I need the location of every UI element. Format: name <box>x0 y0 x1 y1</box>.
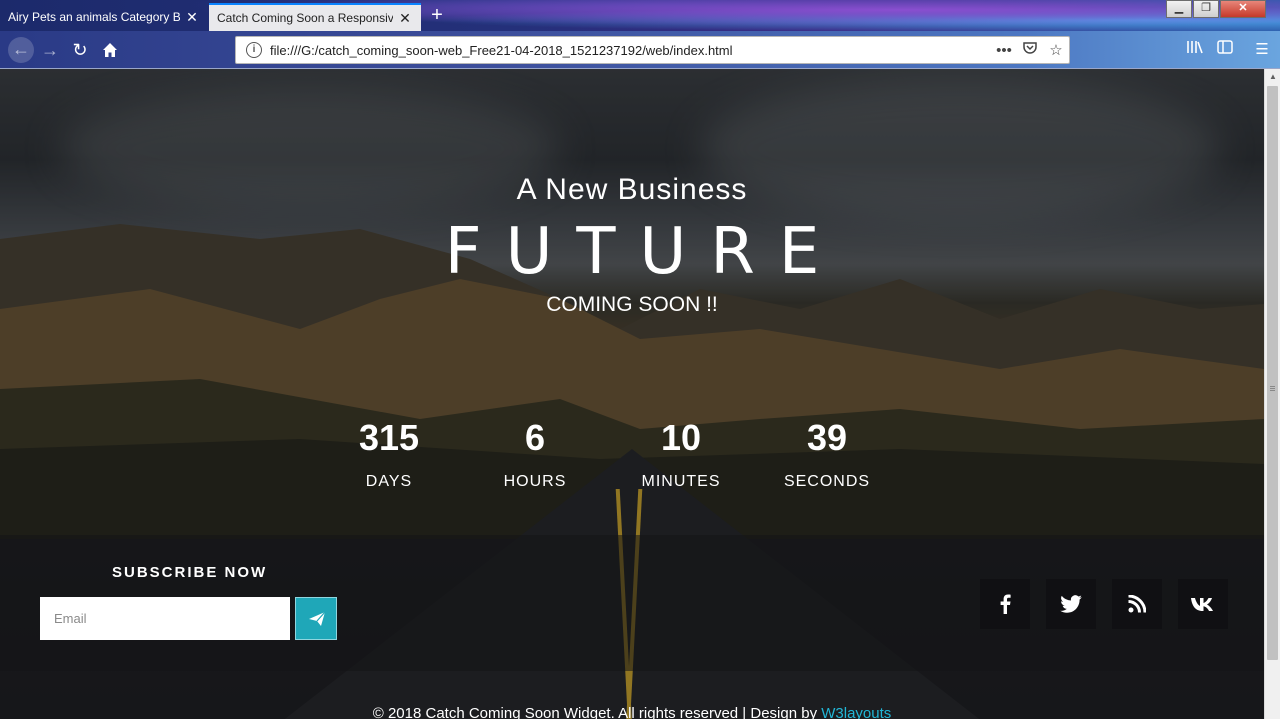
twitter-icon[interactable] <box>1046 579 1096 629</box>
w3layouts-link[interactable]: W3layouts <box>821 705 891 719</box>
email-field[interactable] <box>40 597 290 640</box>
countdown-hours: 6 HOURS <box>462 417 608 491</box>
scroll-up-icon[interactable]: ▲ <box>1265 69 1280 85</box>
grip-icon <box>1270 386 1275 387</box>
reload-icon[interactable]: ↻ <box>68 38 92 62</box>
hero-subtitle: A New Business <box>516 173 748 206</box>
minimize-icon[interactable]: ▁ <box>1166 0 1192 18</box>
countdown-label: SECONDS <box>783 473 871 490</box>
countdown-label: MINUTES <box>641 473 721 490</box>
close-icon[interactable]: ✕ <box>184 9 200 26</box>
rss-icon[interactable] <box>1112 579 1162 629</box>
sidebar-icon[interactable] <box>1214 39 1236 61</box>
url-text[interactable]: file:///G:/catch_coming_soon-web_Free21-… <box>270 43 991 58</box>
hero-title: FUTURE <box>444 215 844 289</box>
countdown-value: 10 <box>660 417 702 458</box>
vk-icon[interactable] <box>1178 579 1228 629</box>
close-icon[interactable]: ✕ <box>1220 0 1266 18</box>
countdown-days: 315 DAYS <box>316 417 462 491</box>
copyright-text: © 2018 Catch Coming Soon Widget. All rig… <box>372 705 822 719</box>
restore-icon[interactable]: ❐ <box>1193 0 1219 18</box>
vertical-scrollbar[interactable]: ▲ <box>1264 69 1280 719</box>
tab-catch-coming-soon[interactable]: Catch Coming Soon a Responsive W ✕ <box>209 3 421 31</box>
bookmark-star-icon[interactable]: ☆ <box>1043 41 1069 59</box>
window-controls: ▁ ❐ ✕ <box>1165 0 1266 18</box>
pocket-icon[interactable] <box>1017 41 1043 59</box>
countdown-label: HOURS <box>503 473 567 490</box>
countdown-value: 315 <box>358 417 420 458</box>
forward-arrow-icon[interactable]: → <box>38 38 62 62</box>
close-icon[interactable]: ✕ <box>397 10 413 27</box>
social-links <box>980 579 1244 629</box>
new-tab-button[interactable]: + <box>426 4 448 28</box>
web-page: A New Business FUTURE COMING SOON !! 315… <box>0 69 1264 719</box>
back-arrow-icon[interactable]: ← <box>8 37 34 63</box>
countdown-value: 6 <box>524 417 546 458</box>
paper-plane-icon <box>309 611 326 626</box>
scrollbar-thumb[interactable] <box>1267 86 1278 660</box>
footer-copyright: © 2018 Catch Coming Soon Widget. All rig… <box>0 705 1264 719</box>
countdown-timer: 315 DAYS 6 HOURS 10 MINUTES 39 SECONDS <box>316 417 900 491</box>
countdown-seconds: 39 SECONDS <box>754 417 900 491</box>
library-icon[interactable] <box>1184 39 1206 61</box>
tab-strip: Airy Pets an animals Category Boot ✕ Cat… <box>0 0 1280 31</box>
facebook-icon[interactable] <box>980 579 1030 629</box>
address-bar[interactable]: i file:///G:/catch_coming_soon-web_Free2… <box>235 36 1070 64</box>
subscribe-submit-button[interactable] <box>295 597 337 640</box>
info-icon[interactable]: i <box>246 42 262 58</box>
countdown-minutes: 10 MINUTES <box>608 417 754 491</box>
menu-icon[interactable]: ☰ <box>1251 39 1273 61</box>
coming-soon-label: COMING SOON !! <box>546 293 718 316</box>
page-actions-icon[interactable]: ••• <box>991 42 1017 59</box>
countdown-label: DAYS <box>365 473 413 490</box>
tab-airy-pets[interactable]: Airy Pets an animals Category Boot ✕ <box>0 3 208 31</box>
navigation-toolbar: ← → ↻ i file:///G:/catch_coming_soon-web… <box>0 31 1280 69</box>
tab-title: Airy Pets an animals Category Boot <box>8 10 180 24</box>
tab-title: Catch Coming Soon a Responsive W <box>217 11 393 25</box>
home-icon[interactable] <box>98 38 122 62</box>
countdown-value: 39 <box>806 417 848 458</box>
subscribe-title: SUBSCRIBE NOW <box>112 564 268 581</box>
